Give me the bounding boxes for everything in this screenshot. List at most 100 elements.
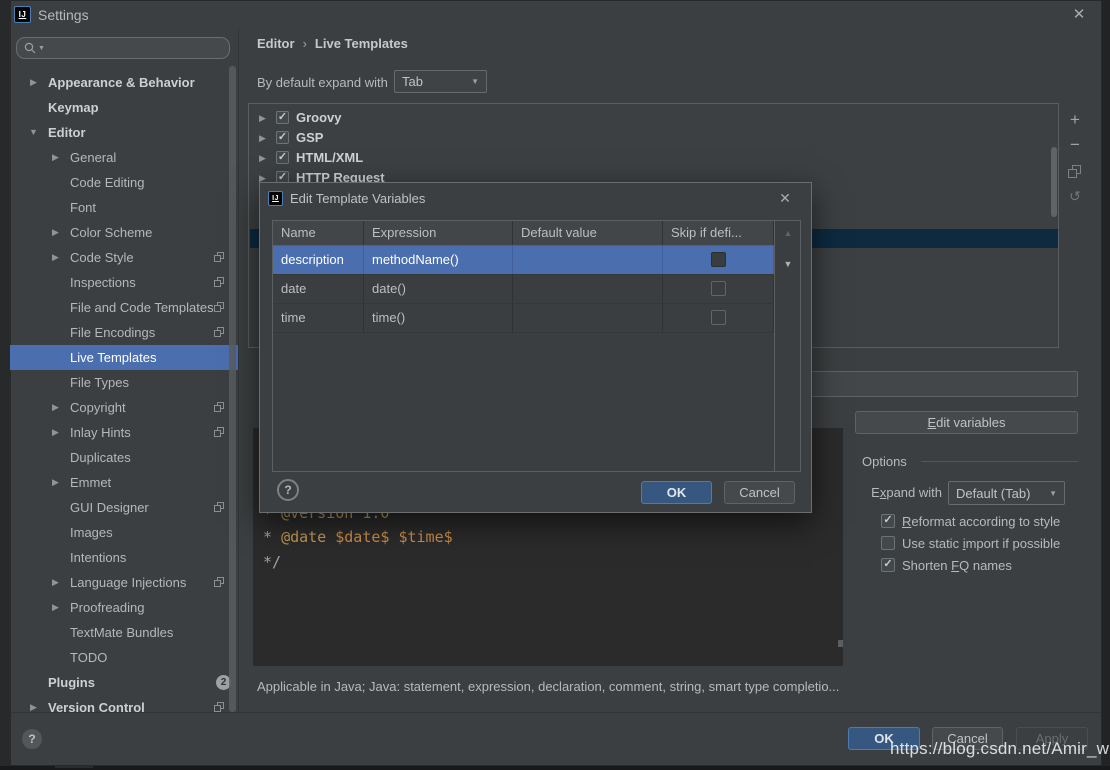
- variable-name[interactable]: description: [273, 246, 364, 274]
- tree-arrow-icon[interactable]: ▶: [50, 420, 61, 445]
- column-expression[interactable]: Expression: [364, 221, 513, 245]
- scroll-up-icon[interactable]: ▲: [775, 228, 801, 238]
- variable-expression[interactable]: methodName(): [364, 246, 513, 274]
- option-checkbox[interactable]: ✓: [881, 558, 895, 572]
- template-group-groovy[interactable]: ▶ ✓ Groovy: [250, 108, 1058, 128]
- close-icon[interactable]: ✕: [1068, 4, 1090, 26]
- sidebar-item-todo[interactable]: TODO: [10, 645, 238, 670]
- scroll-down-icon[interactable]: ▼: [775, 259, 801, 269]
- sidebar-item-editor[interactable]: ▼ Editor: [10, 120, 238, 145]
- sidebar-item-version-control[interactable]: ▶ Version Control: [10, 695, 238, 713]
- tree-arrow-icon[interactable]: ▶: [50, 570, 61, 595]
- revert-icon[interactable]: ↺: [1066, 188, 1084, 205]
- default-expand-select[interactable]: Tab ▼: [394, 70, 487, 93]
- column-skip-if-defined[interactable]: Skip if defi...: [663, 221, 774, 245]
- template-group-html-xml[interactable]: ▶ ✓ HTML/XML: [250, 148, 1058, 168]
- modal-ok-button[interactable]: OK: [641, 481, 712, 504]
- sidebar-item-inspections[interactable]: Inspections: [10, 270, 238, 295]
- sidebar-item-emmet[interactable]: ▶ Emmet: [10, 470, 238, 495]
- template-group-checkbox[interactable]: ✓: [276, 151, 289, 164]
- column-default-value[interactable]: Default value: [513, 221, 663, 245]
- option-shorten-fq-names[interactable]: ✓ Shorten FQ names: [881, 555, 1012, 575]
- sidebar-item-file-types[interactable]: File Types: [10, 370, 238, 395]
- tree-arrow-icon[interactable]: ▶: [28, 695, 39, 713]
- variable-row-date[interactable]: date date(): [273, 275, 774, 304]
- sidebar-scrollbar[interactable]: [229, 66, 236, 712]
- skip-if-defined-checkbox[interactable]: [711, 281, 726, 296]
- variable-default-value[interactable]: [513, 246, 663, 274]
- sidebar-item-color-scheme[interactable]: ▶ Color Scheme: [10, 220, 238, 245]
- tree-arrow-icon[interactable]: ▶: [28, 70, 39, 95]
- search-input[interactable]: [47, 40, 227, 57]
- remove-icon[interactable]: −: [1066, 136, 1084, 154]
- table-scrollbar[interactable]: ▲ ▼: [774, 221, 801, 471]
- expand-with-select[interactable]: Default (Tab) ▼: [948, 481, 1065, 505]
- tree-arrow-icon[interactable]: ▶: [50, 395, 61, 420]
- screen: heading to show IJ Settings ✕ ▼ ▶ Appear…: [0, 0, 1110, 770]
- skip-if-defined-checkbox[interactable]: [711, 310, 726, 325]
- settings-search[interactable]: ▼: [16, 37, 230, 59]
- column-name[interactable]: Name: [273, 221, 364, 245]
- sidebar-item-plugins[interactable]: Plugins 2: [10, 670, 238, 695]
- sidebar-item-copyright[interactable]: ▶ Copyright: [10, 395, 238, 420]
- breadcrumb-editor[interactable]: Editor: [257, 36, 295, 51]
- duplicate-icon[interactable]: [1068, 165, 1081, 178]
- tree-arrow-icon[interactable]: ▶: [257, 148, 268, 168]
- modal-close-icon[interactable]: ✕: [774, 187, 796, 209]
- option-checkbox[interactable]: ✓: [881, 514, 895, 528]
- sidebar-item-label: Code Editing: [70, 170, 144, 195]
- template-group-checkbox[interactable]: ✓: [276, 111, 289, 124]
- sidebar-item-file-and-code-templates[interactable]: File and Code Templates: [10, 295, 238, 320]
- sidebar-item-language-injections[interactable]: ▶ Language Injections: [10, 570, 238, 595]
- sidebar-item-gui-designer[interactable]: GUI Designer: [10, 495, 238, 520]
- sidebar-item-file-encodings[interactable]: File Encodings: [10, 320, 238, 345]
- sidebar-item-intentions[interactable]: Intentions: [10, 545, 238, 570]
- editor-scrollbar[interactable]: [838, 640, 843, 647]
- variable-default-value[interactable]: [513, 275, 663, 303]
- template-group-checkbox[interactable]: ✓: [276, 131, 289, 144]
- variable-row-description[interactable]: description methodName(): [273, 246, 774, 275]
- sidebar-item-appearance-behavior[interactable]: ▶ Appearance & Behavior: [10, 70, 238, 95]
- tree-arrow-icon[interactable]: ▶: [50, 470, 61, 495]
- add-icon[interactable]: +: [1066, 111, 1084, 129]
- template-list-scrollbar[interactable]: [1051, 147, 1057, 217]
- sidebar-item-code-editing[interactable]: Code Editing: [10, 170, 238, 195]
- edit-variables-button[interactable]: Edit variables: [855, 411, 1078, 434]
- variable-expression[interactable]: date(): [364, 275, 513, 303]
- option-use-static-import-if-possible[interactable]: Use static import if possible: [881, 533, 1060, 553]
- tree-arrow-icon[interactable]: ▶: [257, 108, 268, 128]
- variable-expression[interactable]: time(): [364, 304, 513, 332]
- search-options-caret-icon[interactable]: ▼: [38, 45, 45, 52]
- tree-arrow-icon[interactable]: ▶: [50, 220, 61, 245]
- sidebar-item-live-templates[interactable]: Live Templates: [10, 345, 238, 370]
- variable-skip-cell[interactable]: [663, 275, 774, 303]
- variable-row-time[interactable]: time time(): [273, 304, 774, 333]
- sidebar-item-images[interactable]: Images: [10, 520, 238, 545]
- tree-arrow-icon[interactable]: ▶: [50, 595, 61, 620]
- tree-arrow-icon[interactable]: ▶: [257, 128, 268, 148]
- sidebar-item-keymap[interactable]: Keymap: [10, 95, 238, 120]
- tree-arrow-icon[interactable]: ▶: [50, 145, 61, 170]
- skip-if-defined-checkbox[interactable]: [711, 252, 726, 267]
- sidebar-item-proofreading[interactable]: ▶ Proofreading: [10, 595, 238, 620]
- sidebar-item-code-style[interactable]: ▶ Code Style: [10, 245, 238, 270]
- help-icon[interactable]: ?: [22, 729, 42, 749]
- variable-skip-cell[interactable]: [663, 246, 774, 274]
- modal-help-icon[interactable]: ?: [277, 479, 299, 501]
- sidebar-item-general[interactable]: ▶ General: [10, 145, 238, 170]
- variable-skip-cell[interactable]: [663, 304, 774, 332]
- sidebar-item-textmate-bundles[interactable]: TextMate Bundles: [10, 620, 238, 645]
- option-checkbox[interactable]: [881, 536, 895, 550]
- variable-name[interactable]: date: [273, 275, 364, 303]
- tree-arrow-icon[interactable]: ▶: [50, 245, 61, 270]
- option-reformat-according-to-style[interactable]: ✓ Reformat according to style: [881, 511, 1060, 531]
- variable-name[interactable]: time: [273, 304, 364, 332]
- intellij-logo-icon: IJ: [14, 6, 31, 23]
- tree-arrow-icon[interactable]: ▼: [28, 120, 39, 145]
- sidebar-item-duplicates[interactable]: Duplicates: [10, 445, 238, 470]
- sidebar-item-font[interactable]: Font: [10, 195, 238, 220]
- modal-cancel-button[interactable]: Cancel: [724, 481, 795, 504]
- template-group-gsp[interactable]: ▶ ✓ GSP: [250, 128, 1058, 148]
- variable-default-value[interactable]: [513, 304, 663, 332]
- sidebar-item-inlay-hints[interactable]: ▶ Inlay Hints: [10, 420, 238, 445]
